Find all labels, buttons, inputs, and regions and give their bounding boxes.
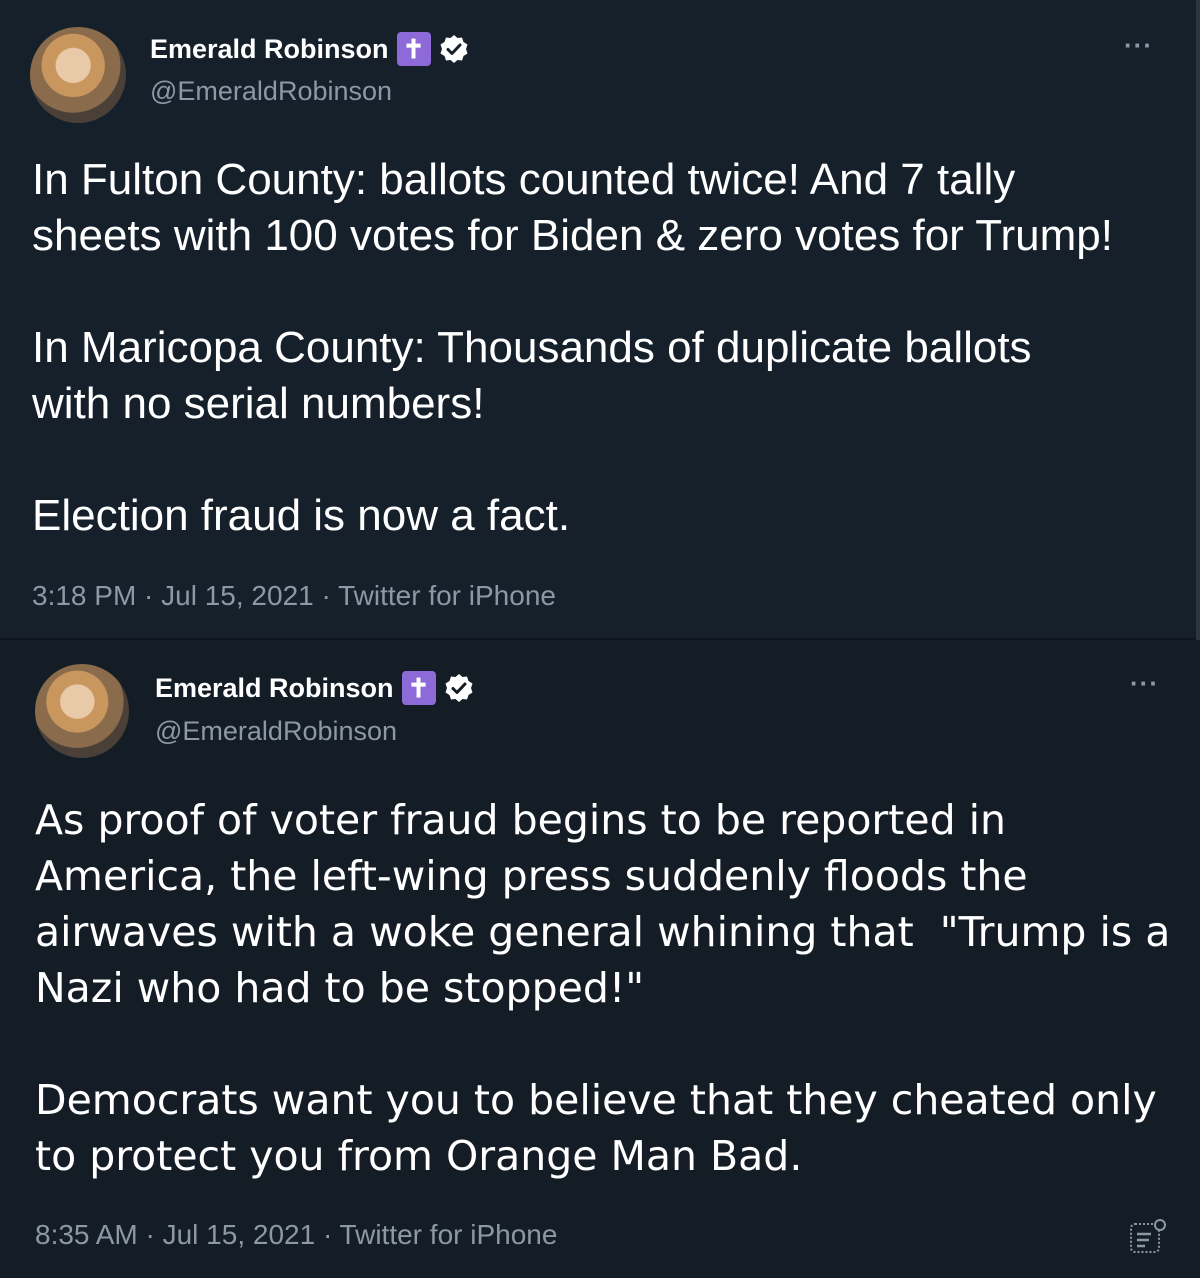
- author-name[interactable]: Emerald Robinson: [150, 34, 389, 65]
- tweet-timestamp[interactable]: 3:18 PM · Jul 15, 2021 · Twitter for iPh…: [32, 580, 556, 612]
- author-name-row: Emerald Robinson ✝: [150, 32, 469, 66]
- tweet-text: In Fulton County: ballots counted twice!…: [32, 155, 1113, 540]
- verified-badge-icon: [445, 674, 473, 702]
- tweet-text: As proof of voter fraud begins to be rep…: [35, 796, 1171, 1180]
- author-name[interactable]: Emerald Robinson: [155, 673, 394, 704]
- more-options-icon[interactable]: ···: [1124, 30, 1153, 61]
- more-options-icon[interactable]: ···: [1130, 668, 1159, 699]
- scrollbar[interactable]: [1196, 0, 1200, 640]
- cross-badge-icon: ✝: [401, 671, 436, 705]
- tweet-timestamp[interactable]: 8:35 AM · Jul 15, 2021 · Twitter for iPh…: [35, 1219, 557, 1251]
- avatar[interactable]: [35, 664, 129, 758]
- tweet-1[interactable]: Emerald Robinson ✝ @EmeraldRobinson ··· …: [0, 0, 1200, 640]
- analytics-icon[interactable]: [1127, 1216, 1167, 1256]
- author-handle[interactable]: @EmeraldRobinson: [150, 76, 392, 107]
- verified-badge-icon: [440, 35, 468, 63]
- author-handle[interactable]: @EmeraldRobinson: [155, 716, 397, 747]
- tweet-2[interactable]: Emerald Robinson ✝ @EmeraldRobinson ··· …: [0, 640, 1200, 1278]
- avatar[interactable]: [30, 27, 126, 123]
- cross-badge-icon: ✝: [396, 32, 431, 66]
- author-name-row: Emerald Robinson ✝: [155, 671, 474, 705]
